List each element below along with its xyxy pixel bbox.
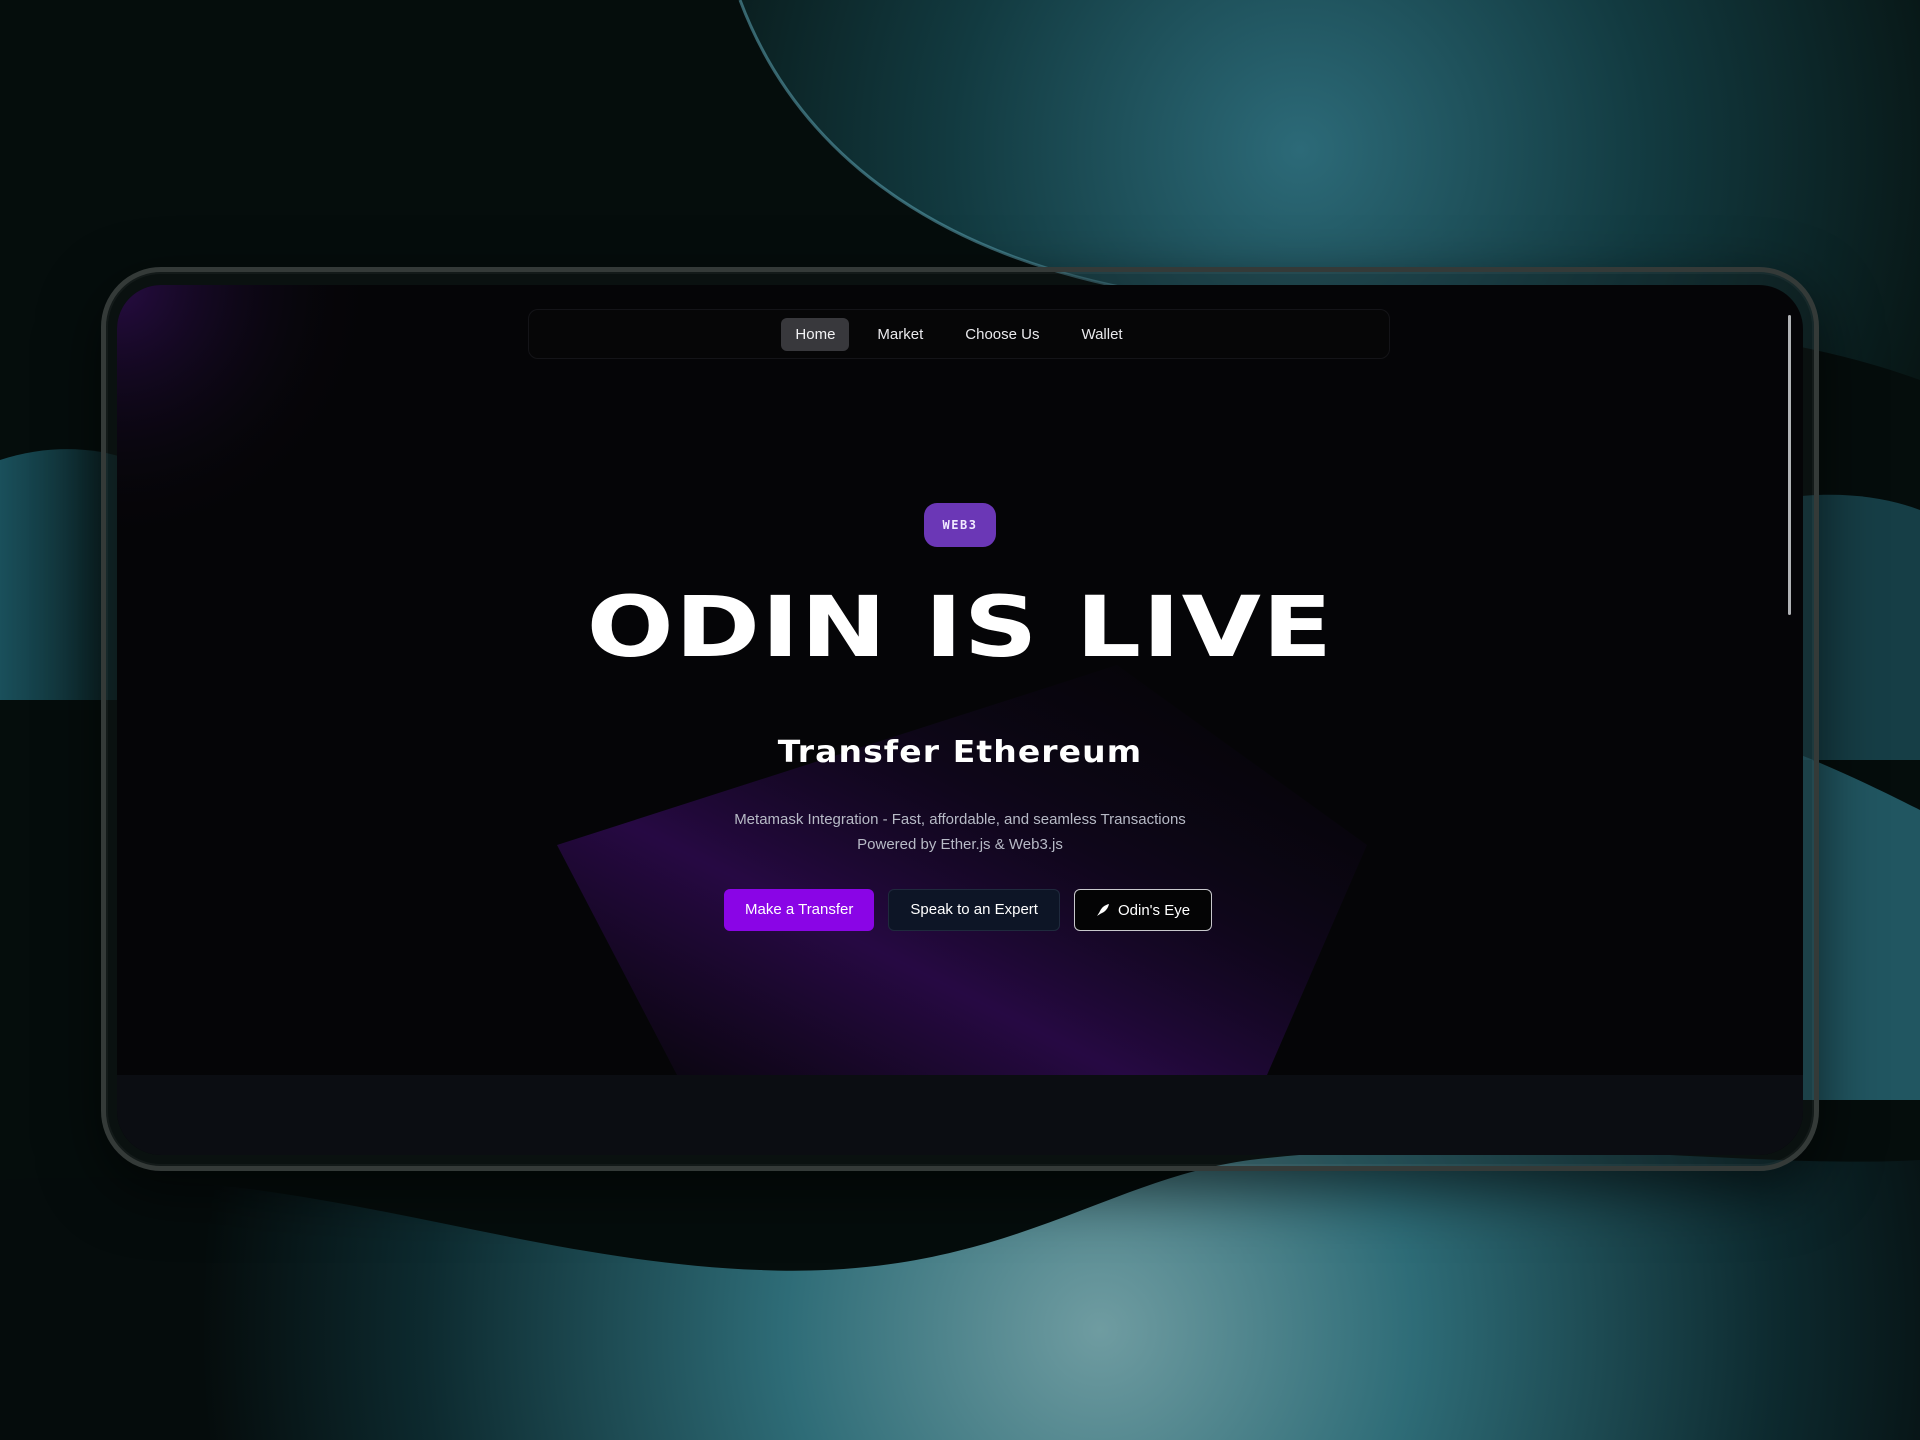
description-line-1: Metamask Integration - Fast, affordable,… — [734, 811, 1186, 828]
hero-section: WEB3 ODIN IS LIVE Transfer Ethereum Meta… — [117, 285, 1803, 1075]
hero-description: Metamask Integration - Fast, affordable,… — [117, 807, 1803, 857]
odins-eye-label: Odin's Eye — [1117, 901, 1191, 919]
hero-headline: ODIN IS LIVE — [586, 578, 1334, 676]
description-line-2: Powered by Ether.js & Web3.js — [857, 836, 1063, 853]
web3-badge: WEB3 — [924, 503, 996, 547]
make-transfer-label: Make a Transfer — [745, 901, 854, 918]
rocket-icon — [1096, 903, 1110, 917]
make-transfer-button[interactable]: Make a Transfer — [724, 889, 875, 931]
odins-eye-button[interactable]: Odin's Eye — [1073, 889, 1213, 931]
hero-subheadline: Transfer Ethereum — [777, 735, 1143, 770]
speak-expert-label: Speak to an Expert — [910, 901, 1038, 918]
browser-viewport: Home Market Choose Us Wallet WEB3 ODIN I… — [117, 285, 1803, 1155]
next-section-strip — [117, 1075, 1803, 1155]
hero-actions: Make a Transfer Speak to an Expert Odin'… — [724, 889, 1213, 931]
speak-expert-button[interactable]: Speak to an Expert — [888, 889, 1060, 931]
